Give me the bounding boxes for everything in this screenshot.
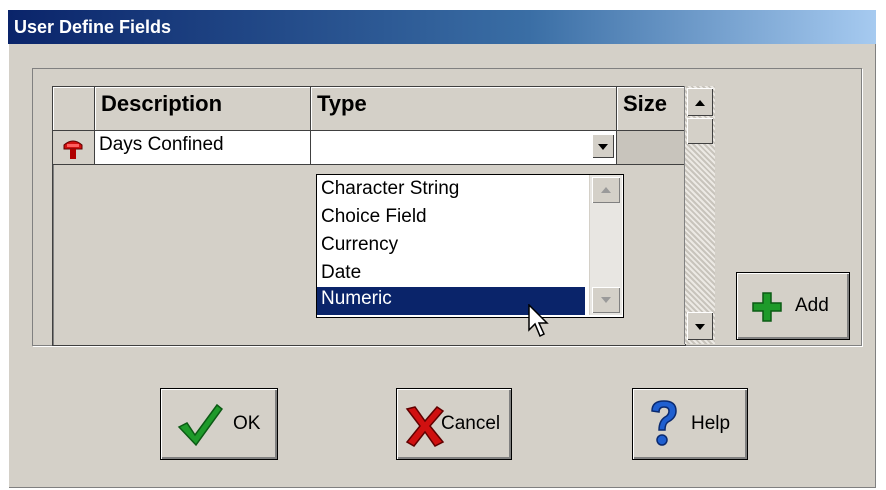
ok-button-label: OK <box>233 413 261 434</box>
arrow-up-icon <box>601 187 611 193</box>
add-button-label: Add <box>795 295 829 316</box>
help-button-label: Help <box>691 413 731 434</box>
scroll-thumb[interactable] <box>687 118 713 144</box>
help-button[interactable]: Help <box>632 388 748 460</box>
column-header-size[interactable]: Size <box>617 87 685 131</box>
option-date[interactable]: Date <box>317 261 585 289</box>
column-header-description[interactable]: Description <box>95 87 311 131</box>
dropdown-scroll-down-button[interactable] <box>592 287 620 313</box>
arrow-down-icon <box>695 324 705 330</box>
green-plus-icon <box>752 292 782 322</box>
chevron-down-icon <box>598 144 608 150</box>
blue-question-icon <box>651 400 677 446</box>
dropdown-arrow-button[interactable] <box>592 134 614 158</box>
title-bar[interactable]: User Define Fields <box>8 10 876 44</box>
row-indicator[interactable] <box>53 131 95 165</box>
arrow-up-icon <box>695 100 705 106</box>
description-cell[interactable]: Days Confined <box>95 131 311 165</box>
dropdown-scrollbar[interactable] <box>589 175 622 315</box>
mouse-pointer-icon <box>528 304 549 338</box>
scroll-up-button[interactable] <box>687 88 713 116</box>
option-choice-field[interactable]: Choice Field <box>317 205 585 233</box>
window-title: User Define Fields <box>14 17 172 37</box>
option-character-string[interactable]: Character String <box>317 177 585 205</box>
ok-button[interactable]: OK <box>160 388 278 460</box>
type-select[interactable] <box>311 131 617 165</box>
size-cell[interactable] <box>617 131 685 165</box>
green-checkmark-icon <box>177 403 223 447</box>
grid-vertical-scrollbar[interactable] <box>684 86 715 344</box>
red-x-icon <box>405 406 445 447</box>
scroll-down-button[interactable] <box>687 312 713 340</box>
red-mailbox-icon <box>63 140 83 159</box>
dropdown-scroll-up-button[interactable] <box>592 177 620 203</box>
cancel-button[interactable]: Cancel <box>396 388 512 460</box>
type-dropdown-list[interactable]: Character String Choice Field Currency D… <box>316 174 624 318</box>
arrow-down-icon <box>601 297 611 303</box>
column-header-type[interactable]: Type <box>311 87 617 131</box>
grid-corner-header <box>53 87 95 131</box>
add-button[interactable]: Add <box>736 272 850 340</box>
option-currency[interactable]: Currency <box>317 233 585 261</box>
cancel-button-label: Cancel <box>441 413 501 434</box>
